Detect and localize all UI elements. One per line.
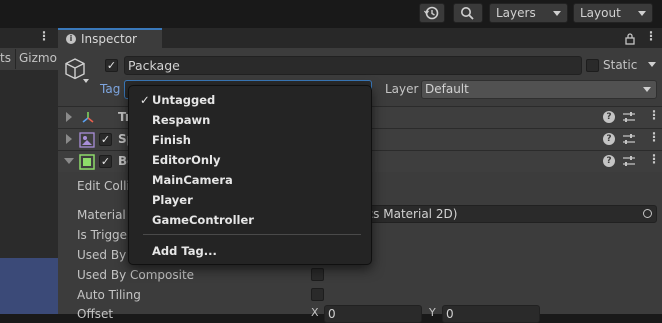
menu-item-untagged[interactable]: ✓ Untagged — [129, 90, 371, 110]
auto-tiling-label: Auto Tiling — [77, 288, 141, 302]
box-collider-icon — [79, 154, 95, 170]
gizmos-button[interactable]: Gizmo — [19, 51, 57, 65]
chevron-down-icon — [643, 87, 651, 92]
info-icon: i — [66, 34, 76, 44]
offset-x-input[interactable]: 0 — [324, 305, 422, 323]
context-menu-icon[interactable]: ⋮ — [648, 152, 660, 166]
layers-dropdown[interactable]: Layers — [489, 3, 568, 23]
search-button[interactable] — [453, 3, 483, 23]
offset-y-input[interactable]: 0 — [442, 305, 540, 323]
inspector-tab-menu-icon[interactable]: ⋮ — [645, 29, 657, 43]
checkmark-icon: ✓ — [140, 93, 150, 107]
tag-label: Tag — [100, 82, 121, 96]
used-by-effector-label: Used By — [77, 248, 127, 262]
expand-arrow-icon[interactable] — [66, 134, 72, 144]
layer-label: Layer — [385, 82, 419, 96]
menu-item-editoronly[interactable]: EditorOnly — [129, 150, 371, 170]
help-icon[interactable]: ? — [603, 111, 615, 123]
presets-icon[interactable] — [622, 111, 636, 123]
search-icon — [461, 7, 474, 20]
offset-label: Offset — [77, 307, 114, 321]
menu-item-label: MainCamera — [152, 173, 233, 187]
sprite-renderer-icon — [79, 132, 95, 148]
material-value: sics Material 2D) — [357, 207, 458, 221]
chevron-down-icon — [553, 11, 561, 16]
expand-arrow-icon[interactable] — [66, 112, 72, 122]
menu-item-respawn[interactable]: Respawn — [129, 110, 371, 130]
scene-content — [0, 258, 58, 314]
menu-item-gamecontroller[interactable]: GameController — [129, 210, 371, 230]
tag-dropdown-menu: ✓ Untagged Respawn Finish EditorOnly Mai… — [128, 85, 372, 265]
menu-item-label: Finish — [152, 133, 191, 147]
collapse-arrow-icon[interactable] — [64, 158, 74, 164]
transform-icon — [82, 112, 94, 123]
offset-x-label: X — [311, 306, 319, 319]
auto-tiling-checkbox[interactable] — [311, 288, 324, 301]
menu-item-label: Add Tag... — [152, 244, 217, 258]
active-checkbox[interactable]: ✓ — [105, 59, 118, 72]
menu-item-label: Player — [152, 193, 193, 207]
history-icon — [423, 6, 439, 20]
menu-item-add-tag[interactable]: Add Tag... — [129, 241, 371, 261]
menu-item-label: Respawn — [152, 113, 211, 127]
component-enabled-checkbox[interactable]: ✓ — [99, 133, 112, 146]
layers-dropdown-label: Layers — [496, 6, 536, 20]
used-by-composite-label: Used By Composite — [77, 268, 195, 282]
context-menu-icon[interactable]: ⋮ — [648, 130, 660, 144]
object-picker-icon[interactable] — [643, 209, 652, 218]
help-icon[interactable]: ? — [603, 155, 615, 167]
gameobject-cube-icon — [65, 58, 89, 83]
history-button[interactable] — [419, 3, 445, 23]
divider — [15, 49, 16, 69]
menu-item-maincamera[interactable]: MainCamera — [129, 170, 371, 190]
scene-tab-menu-icon[interactable]: ⋮ — [38, 29, 50, 43]
scene-toolbar-label[interactable]: ts — [0, 51, 11, 65]
used-by-composite-checkbox[interactable] — [311, 268, 324, 281]
static-checkbox[interactable] — [586, 59, 599, 72]
layout-dropdown[interactable]: Layout — [573, 3, 653, 23]
inspector-tab-title: Inspector — [81, 32, 137, 46]
presets-icon[interactable] — [622, 133, 636, 145]
static-dropdown-icon[interactable] — [648, 62, 656, 67]
menu-item-label: GameController — [152, 213, 254, 227]
object-name-input[interactable]: Package — [124, 56, 582, 75]
lock-icon[interactable] — [624, 32, 636, 46]
scene-toolbar: ts Gizmo — [0, 48, 58, 70]
menu-separator — [143, 234, 361, 235]
help-icon[interactable]: ? — [603, 133, 615, 145]
layout-dropdown-label: Layout — [580, 6, 621, 20]
component-enabled-checkbox[interactable]: ✓ — [99, 155, 112, 168]
layer-dropdown[interactable]: Default — [421, 80, 657, 99]
is-trigger-label: Is Trigger — [77, 228, 132, 242]
scene-tab-strip: ⋮ — [0, 28, 58, 48]
static-label: Static — [603, 58, 638, 72]
menu-item-label: EditorOnly — [152, 153, 221, 167]
tab-inspector[interactable]: i Inspector — [58, 28, 162, 50]
context-menu-icon[interactable]: ⋮ — [648, 108, 660, 122]
material-label: Material — [77, 208, 126, 222]
layer-value: Default — [425, 82, 469, 96]
presets-icon[interactable] — [622, 155, 636, 167]
offset-y-label: Y — [429, 306, 436, 319]
menu-item-label: Untagged — [152, 93, 216, 107]
chevron-down-icon — [638, 11, 646, 16]
menu-item-finish[interactable]: Finish — [129, 130, 371, 150]
menu-item-player[interactable]: Player — [129, 190, 371, 210]
